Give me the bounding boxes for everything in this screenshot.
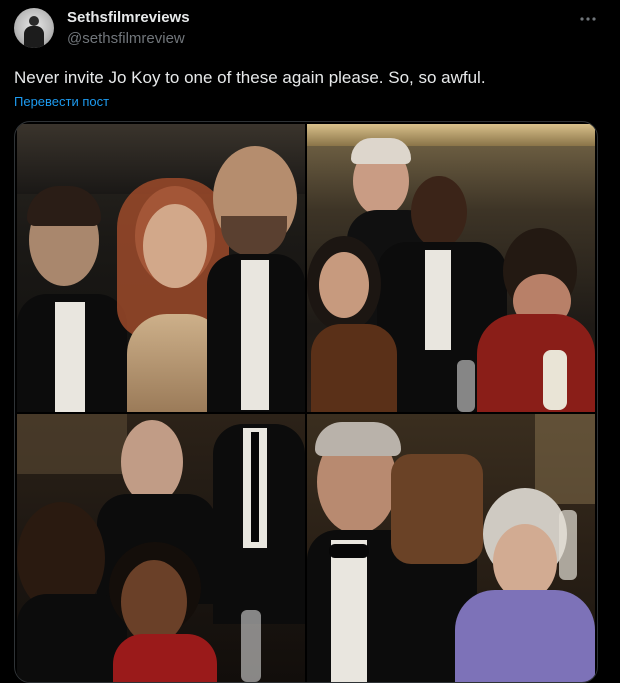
photo-1[interactable] (17, 124, 305, 412)
brown-dress-shape (311, 324, 397, 412)
shirt-shape (331, 540, 367, 682)
glass-shape (241, 610, 261, 682)
lavender-dress-shape (455, 590, 595, 682)
gray-hair-shape (351, 138, 411, 164)
avatar-body-shape (24, 26, 44, 48)
face-shape (121, 560, 187, 644)
more-horizontal-icon-svg (580, 17, 596, 21)
glass-shape (457, 360, 475, 412)
face-shape (319, 252, 369, 318)
photo-3[interactable] (17, 414, 305, 682)
bronze-dress-shape (391, 454, 483, 564)
photo-2[interactable] (307, 124, 595, 412)
light-strip-shape (307, 124, 595, 146)
shirt-shape (241, 260, 269, 410)
glass-shape (543, 350, 567, 410)
media-grid (14, 121, 598, 683)
author-display-name[interactable]: Sethsfilmreviews (67, 9, 190, 26)
covered-face-shape (493, 524, 557, 600)
photo-4[interactable] (307, 414, 595, 682)
author-handle[interactable]: @sethsfilmreview (67, 30, 185, 47)
red-dress-shape (113, 634, 217, 682)
background-shape (535, 414, 595, 504)
bow-tie-shape (329, 544, 369, 558)
person-head-shape (411, 176, 467, 248)
red-dress-shape (477, 314, 595, 412)
tie-shape (251, 432, 259, 542)
glass-shape (559, 510, 577, 580)
translate-post-link[interactable]: Перевести пост (14, 94, 109, 109)
background-shape (17, 414, 127, 474)
person-head-shape (121, 420, 183, 504)
shirt-shape (425, 250, 451, 350)
author-avatar[interactable] (14, 8, 54, 48)
avatar-head-shape (29, 16, 39, 26)
tweet-text: Never invite Jo Koy to one of these agai… (14, 68, 486, 87)
gray-hair-shape (315, 422, 401, 456)
face-shape (143, 204, 207, 288)
tweet: Sethsfilmreviews @sethsfilmreview Never … (0, 0, 620, 683)
beard-shape (221, 216, 287, 256)
shirt-shape (55, 302, 85, 412)
more-horizontal-icon[interactable] (578, 9, 598, 29)
